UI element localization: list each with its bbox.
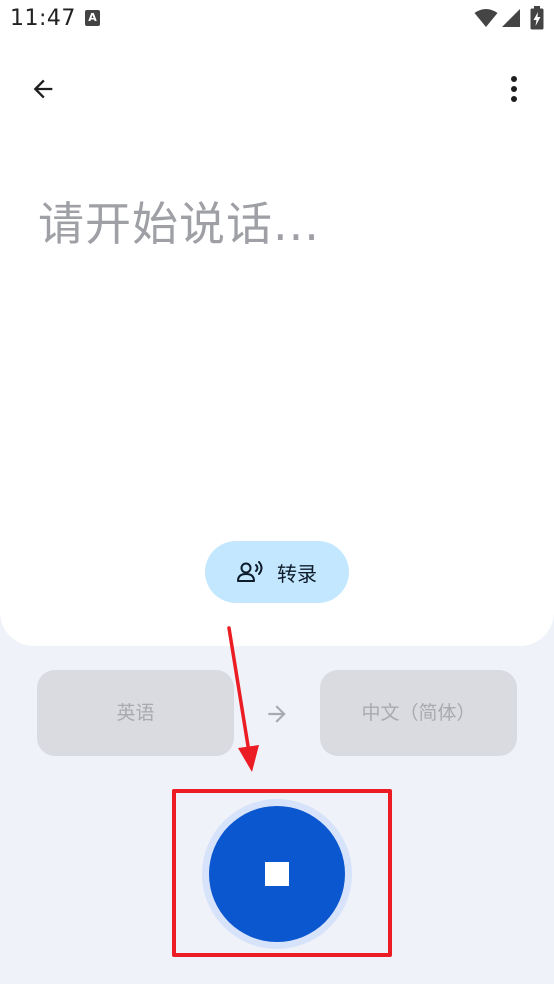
screen: 11:47 A 请开始说话... 转录 英语 中文（简体） (0, 0, 554, 984)
annotation-arrow-icon (227, 626, 259, 772)
